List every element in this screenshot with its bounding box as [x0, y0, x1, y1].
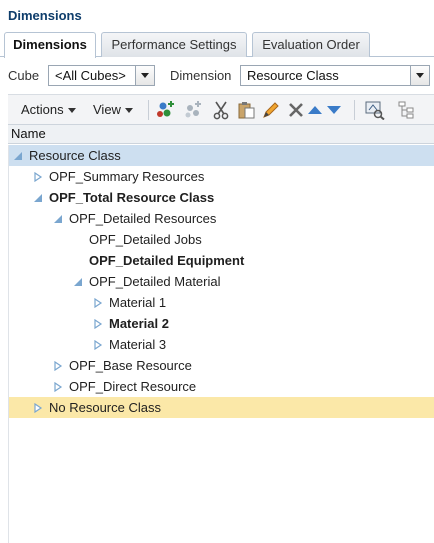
tree-row-label: Resource Class: [29, 148, 121, 163]
tab-performance-settings[interactable]: Performance Settings: [101, 32, 247, 57]
tree-row[interactable]: OPF_Total Resource Class: [9, 187, 434, 208]
toolbar: Actions View: [8, 94, 434, 124]
tree-row[interactable]: OPF_Detailed Material: [9, 271, 434, 292]
tab-bar: Dimensions Performance Settings Evaluati…: [0, 32, 434, 58]
tree-row[interactable]: OPF_Direct Resource: [9, 376, 434, 397]
tree-row[interactable]: Material 3: [9, 334, 434, 355]
paste-icon[interactable]: [236, 100, 256, 120]
toolbar-divider: [354, 100, 355, 120]
tree-row[interactable]: OPF_Summary Resources: [9, 166, 434, 187]
add-sibling-icon[interactable]: [183, 100, 203, 120]
chevron-down-icon[interactable]: [410, 66, 429, 85]
expanded-triangle-icon[interactable]: [73, 277, 83, 287]
collapsed-triangle-icon[interactable]: [53, 361, 63, 371]
caret-down-icon: [67, 108, 76, 114]
tree-row-label: Material 2: [109, 316, 169, 331]
edit-icon[interactable]: [261, 100, 281, 120]
member-formula-icon[interactable]: [365, 100, 385, 120]
tree-row[interactable]: OPF_Detailed Equipment: [9, 250, 434, 271]
cut-icon[interactable]: [211, 100, 231, 120]
filter-row: Cube <All Cubes> Dimension Resource Clas…: [0, 58, 434, 92]
tree-row-label: OPF_Detailed Equipment: [89, 253, 245, 268]
tree-row[interactable]: Material 1: [9, 292, 434, 313]
tab-evaluation-order[interactable]: Evaluation Order: [252, 32, 370, 57]
tree-row[interactable]: Material 2: [9, 313, 434, 334]
tree-row-label: OPF_Direct Resource: [69, 379, 197, 394]
tree-row-label: OPF_Total Resource Class: [49, 190, 215, 205]
actions-menu-label: Actions: [21, 102, 64, 117]
collapsed-triangle-icon[interactable]: [53, 382, 63, 392]
cube-select[interactable]: <All Cubes>: [48, 65, 155, 86]
tree-row-label: OPF_Base Resource: [69, 358, 192, 373]
dimension-label: Dimension: [170, 68, 232, 83]
collapsed-triangle-icon[interactable]: [33, 172, 43, 182]
actions-menu[interactable]: Actions: [21, 102, 76, 117]
add-child-icon[interactable]: [155, 100, 175, 120]
tab-label: Performance Settings: [111, 37, 237, 52]
tab-label: Dimensions: [13, 37, 87, 52]
expanded-triangle-icon[interactable]: [33, 193, 43, 203]
tree-row[interactable]: OPF_Base Resource: [9, 355, 434, 376]
tree-row-label: OPF_Detailed Jobs: [89, 232, 202, 247]
tab-label: Evaluation Order: [262, 37, 360, 52]
collapsed-triangle-icon[interactable]: [33, 403, 43, 413]
tab-dimensions[interactable]: Dimensions: [4, 32, 96, 58]
toolbar-divider: [148, 100, 149, 120]
tree-row-label: OPF_Detailed Material: [89, 274, 221, 289]
tree-row[interactable]: No Resource Class: [9, 397, 434, 418]
dimension-select-value: Resource Class: [247, 68, 339, 83]
tree-row[interactable]: Resource Class: [9, 145, 434, 166]
tree-row-label: Material 1: [109, 295, 167, 310]
move-up-icon[interactable]: [305, 100, 325, 120]
delete-icon[interactable]: [286, 100, 306, 120]
collapsed-triangle-icon[interactable]: [93, 298, 103, 308]
collapsed-triangle-icon[interactable]: [93, 340, 103, 350]
view-menu[interactable]: View: [93, 102, 133, 117]
chevron-down-icon[interactable]: [135, 66, 154, 85]
cube-label: Cube: [8, 68, 40, 83]
caret-down-icon: [124, 108, 133, 114]
dimension-tree: Resource Class OPF_Summary Resources OPF_T…: [8, 145, 434, 543]
tree-row-label: No Resource Class: [49, 400, 161, 415]
dimension-select[interactable]: Resource Class: [240, 65, 430, 86]
expanded-triangle-icon[interactable]: [13, 151, 23, 161]
expanded-triangle-icon[interactable]: [53, 214, 63, 224]
collapsed-triangle-icon[interactable]: [93, 319, 103, 329]
tree-column-header[interactable]: Name: [8, 124, 434, 144]
tree-row-label: OPF_Summary Resources: [49, 169, 205, 184]
tree-row[interactable]: OPF_Detailed Jobs: [9, 229, 434, 250]
view-menu-label: View: [93, 102, 121, 117]
hierarchy-icon[interactable]: [396, 100, 416, 120]
tree-row-label: OPF_Detailed Resources: [69, 211, 217, 226]
cube-select-value: <All Cubes>: [55, 68, 126, 83]
tree-row-label: Material 3: [109, 337, 167, 352]
move-down-icon[interactable]: [324, 100, 344, 120]
page-title: Dimensions: [8, 8, 82, 23]
tree-row[interactable]: OPF_Detailed Resources: [9, 208, 434, 229]
